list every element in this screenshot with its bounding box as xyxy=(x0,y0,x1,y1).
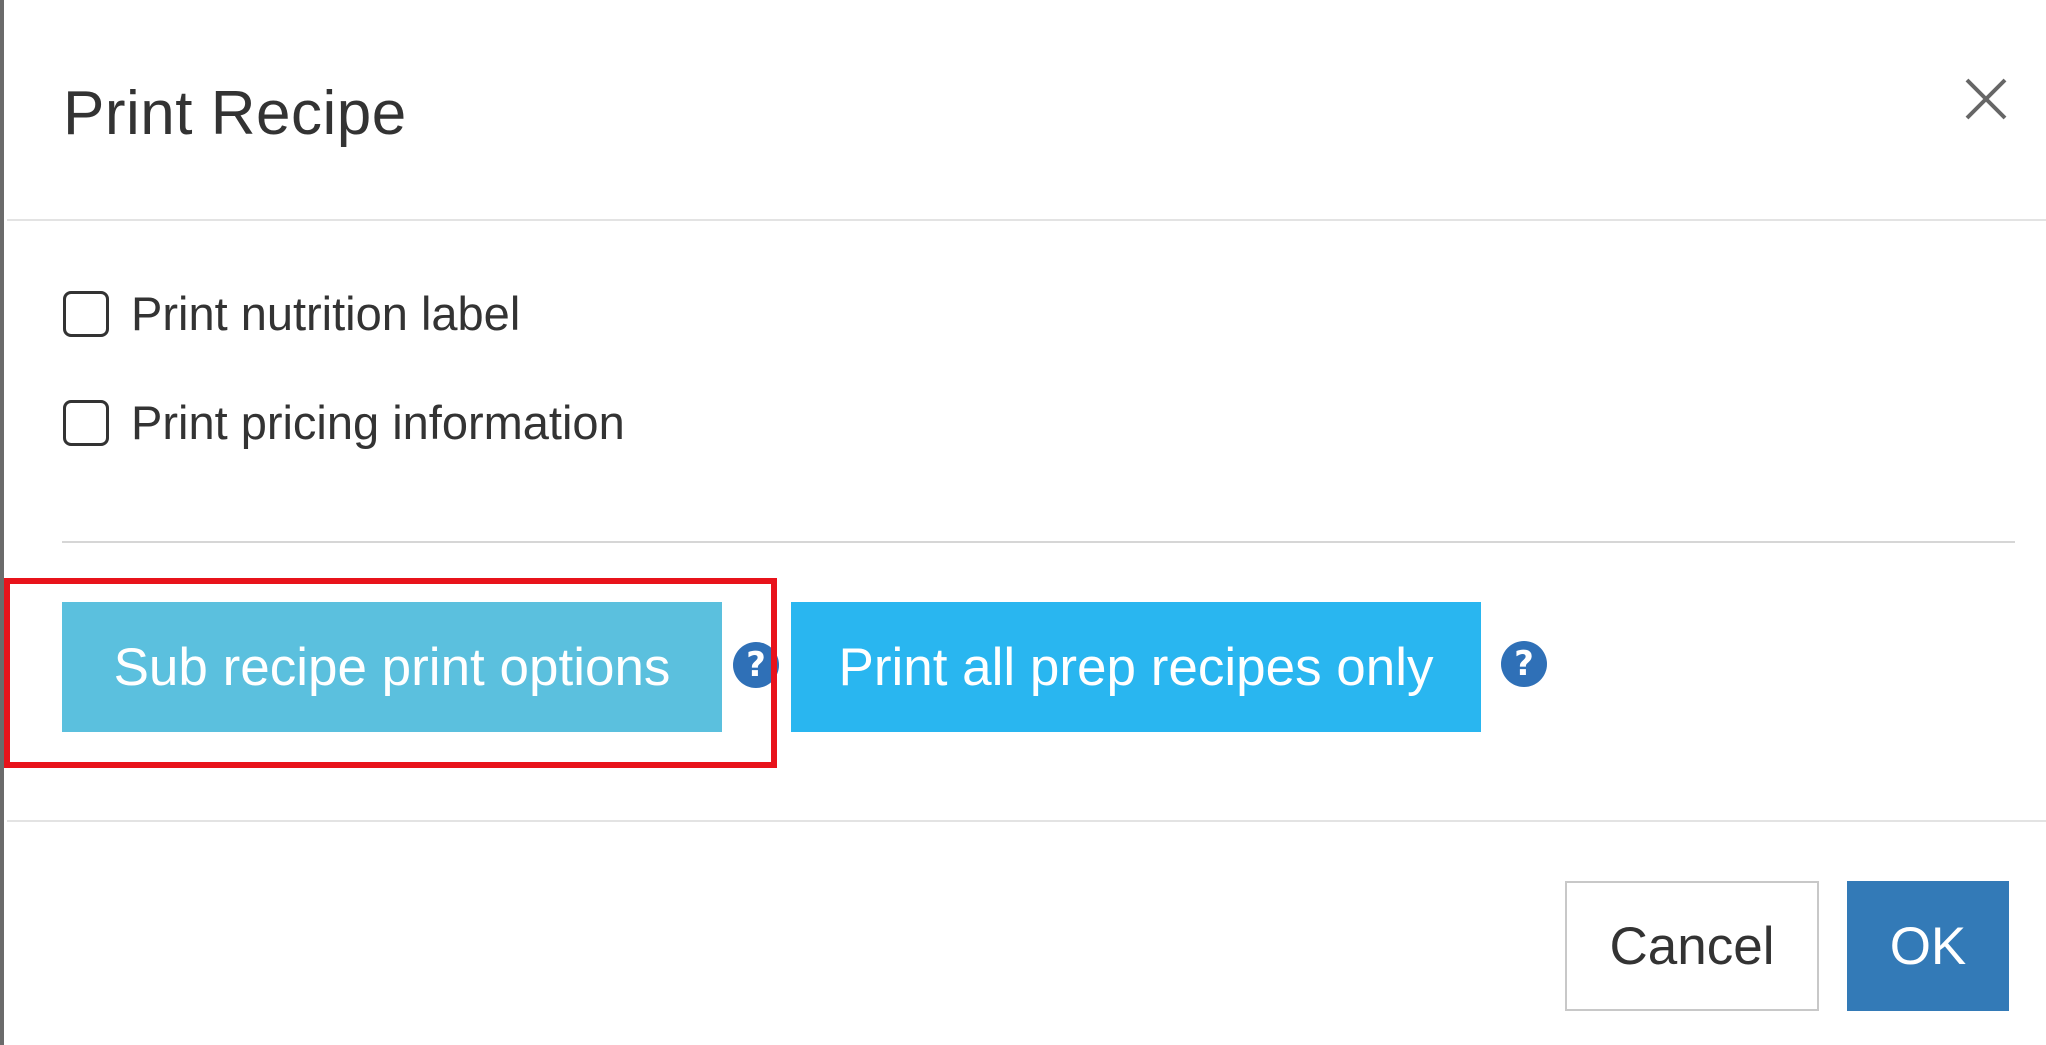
dialog-header: Print Recipe xyxy=(7,0,2046,221)
print-pricing-information-checkbox[interactable] xyxy=(63,400,109,446)
close-icon xyxy=(1965,78,2007,120)
close-button[interactable] xyxy=(1951,64,2021,134)
section-divider xyxy=(62,541,2015,543)
print-pricing-information-text: Print pricing information xyxy=(131,396,625,449)
sub-recipe-print-options-button[interactable]: Sub recipe print options xyxy=(62,602,722,732)
print-all-prep-recipes-only-button[interactable]: Print all prep recipes only xyxy=(791,602,1481,732)
print-nutrition-label-option[interactable]: Print nutrition label xyxy=(63,284,520,344)
cancel-button[interactable]: Cancel xyxy=(1565,881,1819,1011)
print-recipe-dialog: Print Recipe Print nutrition label Print… xyxy=(4,0,2046,1045)
print-pricing-information-option[interactable]: Print pricing information xyxy=(63,393,625,453)
print-nutrition-label-text: Print nutrition label xyxy=(131,287,521,340)
question-circle-icon[interactable]: ? xyxy=(733,642,779,688)
page: Print Recipe Print nutrition label Print… xyxy=(0,0,2046,1045)
dialog-body: Print nutrition label Print pricing info… xyxy=(4,221,2046,822)
background-window-edge xyxy=(0,0,7,1045)
print-nutrition-label-checkbox[interactable] xyxy=(63,291,109,337)
dialog-footer: Cancel OK xyxy=(7,822,2046,1045)
ok-button[interactable]: OK xyxy=(1847,881,2009,1011)
question-circle-icon[interactable]: ? xyxy=(1501,641,1547,687)
dialog-title: Print Recipe xyxy=(63,79,407,148)
